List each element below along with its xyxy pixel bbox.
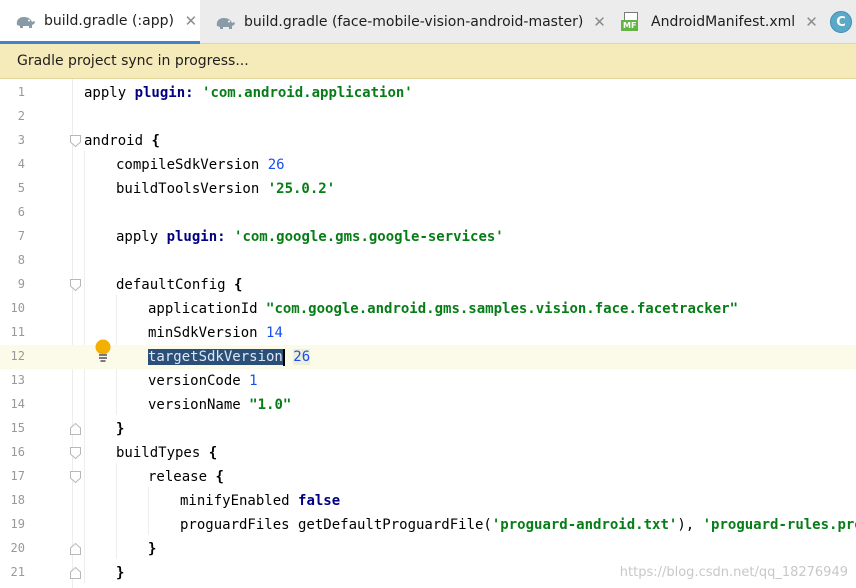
tab-android-manifest[interactable]: MF AndroidManifest.xml ✕	[605, 0, 818, 44]
line-number: 11	[10, 325, 25, 339]
line-number: 16	[10, 445, 25, 459]
code-text: defaultConfig {	[116, 277, 243, 293]
code-text: minifyEnabled false	[180, 493, 341, 509]
fold-end-icon[interactable]	[70, 543, 81, 555]
close-icon[interactable]: ✕	[805, 13, 818, 31]
line-number: 6	[17, 205, 25, 219]
code-line: 17 release {	[0, 465, 856, 489]
close-icon[interactable]: ✕	[593, 13, 605, 31]
line-number: 9	[17, 277, 25, 291]
current-code-line: 12 targetSdkVersion 26	[0, 345, 856, 369]
code-line: 3 android {	[0, 129, 856, 153]
code-text: applicationId "com.google.android.gms.sa…	[148, 301, 739, 317]
code-editor[interactable]: 1 apply plugin: 'com.android.application…	[0, 79, 856, 588]
selected-text: targetSdkVersion	[148, 349, 283, 365]
tab-build-gradle-app[interactable]: build.gradle (:app) ✕	[0, 0, 200, 44]
lightbulb-intention-icon[interactable]	[94, 339, 112, 363]
manifest-file-icon: MF	[621, 12, 643, 32]
code-text: android {	[84, 133, 160, 149]
line-number: 10	[10, 301, 25, 315]
code-text: versionName "1.0"	[148, 397, 292, 413]
line-number: 19	[10, 517, 25, 531]
tab-class-file[interactable]: C	[818, 0, 856, 44]
code-text: }	[148, 541, 157, 557]
code-text: }	[116, 421, 125, 437]
line-number: 2	[17, 109, 25, 123]
banner-text: Gradle project sync in progress...	[17, 53, 249, 69]
code-line: 7 apply plugin: 'com.google.gms.google-s…	[0, 225, 856, 249]
line-number: 18	[10, 493, 25, 507]
code-line: 6	[0, 201, 856, 225]
sync-notification-banner: Gradle project sync in progress...	[0, 44, 856, 79]
line-number: 20	[10, 541, 25, 555]
line-number: 4	[17, 157, 25, 171]
code-text: proguardFiles getDefaultProguardFile('pr…	[180, 517, 856, 533]
watermark-text: https://blog.csdn.net/qq_18276949	[619, 565, 848, 580]
line-number: 21	[10, 565, 25, 579]
code-text: apply plugin: 'com.android.application'	[84, 85, 413, 101]
tab-label: build.gradle (face-mobile-vision-android…	[244, 14, 584, 30]
code-text: compileSdkVersion 26	[116, 157, 285, 173]
gradle-elephant-icon	[216, 18, 235, 29]
code-text: versionCode 1	[148, 373, 258, 389]
editor-tab-bar: build.gradle (:app) ✕ build.gradle (face…	[0, 0, 856, 44]
code-line: 20 }	[0, 537, 856, 561]
line-number: 14	[10, 397, 25, 411]
line-number: 3	[17, 133, 25, 147]
code-line: 5 buildToolsVersion '25.0.2'	[0, 177, 856, 201]
code-line: 19 proguardFiles getDefaultProguardFile(…	[0, 513, 856, 537]
code-line: 18 minifyEnabled false	[0, 489, 856, 513]
code-text: release {	[148, 469, 224, 485]
tab-build-gradle-project[interactable]: build.gradle (face-mobile-vision-android…	[200, 0, 605, 44]
code-text: targetSdkVersion 26	[148, 348, 311, 366]
gradle-elephant-icon	[16, 16, 35, 28]
code-line: 16 buildTypes {	[0, 441, 856, 465]
line-number: 8	[17, 253, 25, 267]
code-line: 1 apply plugin: 'com.android.application…	[0, 81, 856, 105]
line-number: 13	[10, 373, 25, 387]
fold-collapse-icon[interactable]	[70, 447, 81, 459]
fold-collapse-icon[interactable]	[70, 279, 81, 291]
class-icon: C	[830, 11, 852, 33]
code-line: 14 versionName "1.0"	[0, 393, 856, 417]
code-text: minSdkVersion 14	[148, 325, 283, 341]
fold-end-icon[interactable]	[70, 423, 81, 435]
code-line: 13 versionCode 1	[0, 369, 856, 393]
code-line: 11 minSdkVersion 14	[0, 321, 856, 345]
code-line: 9 defaultConfig {	[0, 273, 856, 297]
code-text: buildToolsVersion '25.0.2'	[116, 181, 336, 197]
code-line: 8	[0, 249, 856, 273]
code-text: buildTypes {	[116, 445, 218, 461]
code-line: 2	[0, 105, 856, 129]
fold-collapse-icon[interactable]	[70, 135, 81, 147]
code-line: 4 compileSdkVersion 26	[0, 153, 856, 177]
line-number: 12	[10, 349, 25, 363]
line-number: 17	[10, 469, 25, 483]
line-number: 7	[17, 229, 25, 243]
code-line: 15 }	[0, 417, 856, 441]
code-text: apply plugin: 'com.google.gms.google-ser…	[116, 229, 504, 245]
fold-collapse-icon[interactable]	[70, 471, 81, 483]
tab-label: AndroidManifest.xml	[651, 14, 796, 30]
code-line: 10 applicationId "com.google.android.gms…	[0, 297, 856, 321]
line-number: 15	[10, 421, 25, 435]
close-icon[interactable]: ✕	[184, 12, 198, 30]
line-number: 5	[17, 181, 25, 195]
tab-label: build.gradle (:app)	[44, 12, 174, 29]
line-number: 1	[17, 85, 25, 99]
fold-end-icon[interactable]	[70, 567, 81, 579]
code-text: }	[116, 565, 125, 581]
